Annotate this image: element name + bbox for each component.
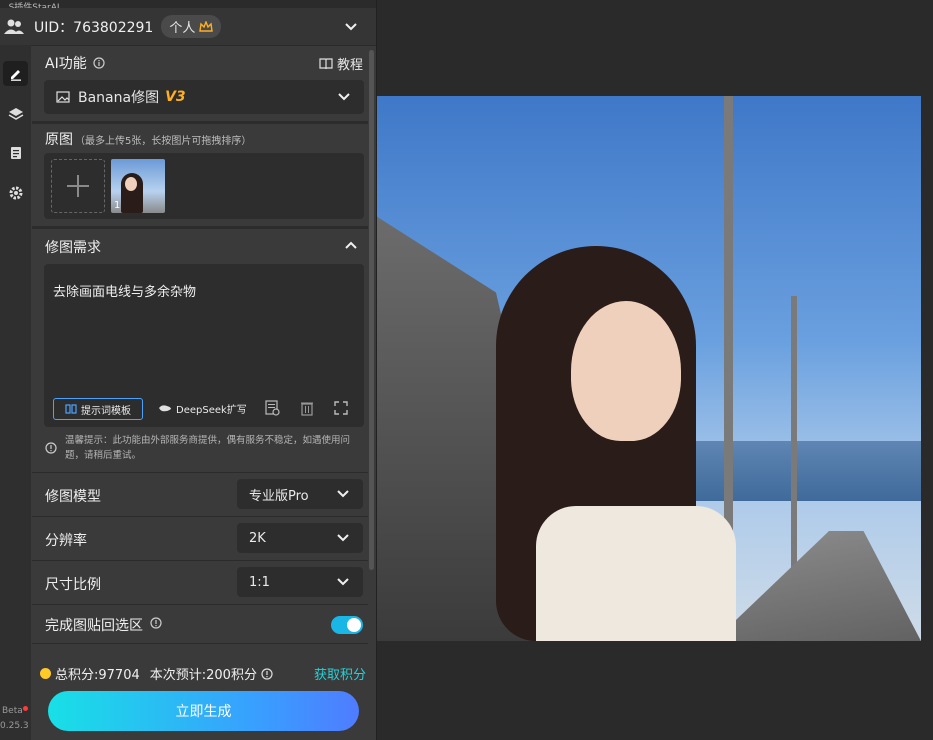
- plus-icon: [67, 175, 89, 197]
- section-divider: [32, 226, 368, 229]
- info-icon: [45, 442, 57, 454]
- aspect-value: 1:1: [249, 574, 270, 590]
- get-points-link[interactable]: 获取积分: [314, 664, 366, 683]
- chevron-down-icon: [337, 534, 349, 542]
- model-value: 专业版Pro: [249, 488, 309, 504]
- thumbnail-index: 1: [114, 200, 121, 211]
- ai-feature-value: Banana修图: [78, 90, 160, 106]
- account-row[interactable]: UID：763802291 个人: [0, 8, 376, 46]
- ai-feature-version: V3: [165, 89, 186, 105]
- source-thumbnail[interactable]: 1: [111, 159, 165, 213]
- image-icon: [56, 91, 70, 103]
- tutorial-link[interactable]: 教程: [319, 54, 363, 73]
- window-title: ...S插件StarAI: [0, 0, 376, 8]
- prompt-library-icon[interactable]: [264, 400, 280, 416]
- crown-icon: [199, 20, 214, 32]
- sidebar-item-settings[interactable]: [3, 180, 28, 205]
- deepseek-expand-button[interactable]: DeepSeek扩写: [158, 398, 247, 418]
- resolution-select[interactable]: 2K: [237, 523, 363, 553]
- document-icon: [10, 146, 21, 159]
- prompt-text: 去除画面电线与多余杂物: [53, 285, 197, 300]
- request-title: 修图需求: [45, 240, 101, 256]
- plugin-panel: ...S插件StarAI UID：763802291 个人 Beta 0.25.…: [0, 0, 377, 740]
- add-image-button[interactable]: [51, 159, 105, 213]
- book-open-icon: [65, 404, 77, 414]
- source-title: 原图: [45, 132, 73, 148]
- pen-icon: [10, 69, 21, 81]
- chevron-down-icon: [337, 490, 349, 498]
- paste-back-label: 完成图贴回选区: [45, 618, 143, 634]
- users-icon: [4, 19, 24, 34]
- sidebar-item-layers[interactable]: [3, 101, 28, 126]
- ai-feature-title: AI功能: [45, 56, 87, 72]
- chevron-down-icon: [338, 93, 350, 101]
- tier-badge: 个人: [161, 15, 222, 38]
- resolution-value: 2K: [249, 530, 266, 546]
- points-summary: 总积分:97704 本次预计:200积分: [40, 664, 273, 683]
- chevron-down-icon: [337, 578, 349, 586]
- book-icon: [319, 57, 333, 69]
- sidebar-item-edit[interactable]: [3, 61, 28, 86]
- sidebar-item-history[interactable]: [3, 140, 28, 165]
- coin-icon: [40, 668, 51, 679]
- uid-label: UID：763802291: [34, 19, 154, 36]
- chevron-down-icon[interactable]: [344, 22, 358, 32]
- section-divider: [32, 121, 368, 124]
- generate-button[interactable]: 立即生成: [48, 691, 359, 731]
- aspect-select[interactable]: 1:1: [237, 567, 363, 597]
- aspect-label: 尺寸比例: [45, 577, 101, 593]
- paste-back-row: 完成图贴回选区: [32, 604, 368, 644]
- model-label: 修图模型: [45, 489, 101, 505]
- paste-back-toggle[interactable]: [331, 616, 363, 634]
- estimated-cost: 本次预计:200积分: [149, 668, 257, 683]
- source-hint: （最多上传5张，长按图片可拖拽排序）: [75, 135, 252, 147]
- tutorial-label: 教程: [337, 58, 364, 73]
- whale-icon: [159, 405, 171, 412]
- gear-icon: [9, 186, 22, 199]
- aspect-row: 尺寸比例 1:1: [32, 560, 368, 604]
- model-select[interactable]: 专业版Pro: [237, 479, 363, 509]
- panel-scrollbar[interactable]: [369, 50, 374, 570]
- ai-feature-select[interactable]: Banana修图 V3: [44, 80, 364, 114]
- resolution-row: 分辨率 2K: [32, 516, 368, 560]
- version-label: 0.25.3: [0, 721, 29, 731]
- sidebar: [0, 45, 31, 740]
- upload-area: 1: [44, 153, 364, 219]
- model-row: 修图模型 专业版Pro: [32, 472, 368, 516]
- resolution-label: 分辨率: [45, 533, 87, 549]
- image-person: [496, 246, 736, 641]
- fullscreen-icon[interactable]: [333, 400, 349, 416]
- ai-feature-header: AI功能: [45, 53, 105, 73]
- info-icon[interactable]: [93, 57, 105, 69]
- trash-icon[interactable]: [299, 400, 315, 416]
- request-header: 修图需求: [45, 237, 101, 257]
- info-icon[interactable]: [261, 667, 273, 680]
- prompt-template-button[interactable]: 提示词模板: [53, 398, 143, 420]
- source-header: 原图 （最多上传5张，长按图片可拖拽排序）: [45, 129, 251, 149]
- prompt-textarea[interactable]: 去除画面电线与多余杂物 提示词模板 DeepSeek扩写: [44, 264, 364, 427]
- service-notice: 温馨提示：此功能由外部服务商提供，偶有服务不稳定，如遇使用问题，请稍后重试。: [45, 433, 355, 463]
- layers-icon: [8, 107, 23, 120]
- notice-text: 温馨提示：此功能由外部服务商提供，偶有服务不稳定，如遇使用问题，请稍后重试。: [65, 435, 351, 461]
- total-points: 总积分:97704: [55, 668, 140, 683]
- canvas-image: [376, 96, 921, 641]
- chevron-up-icon[interactable]: [345, 241, 357, 249]
- tier-label: 个人: [169, 21, 196, 36]
- beta-label: Beta: [2, 706, 28, 716]
- info-icon[interactable]: [150, 617, 162, 629]
